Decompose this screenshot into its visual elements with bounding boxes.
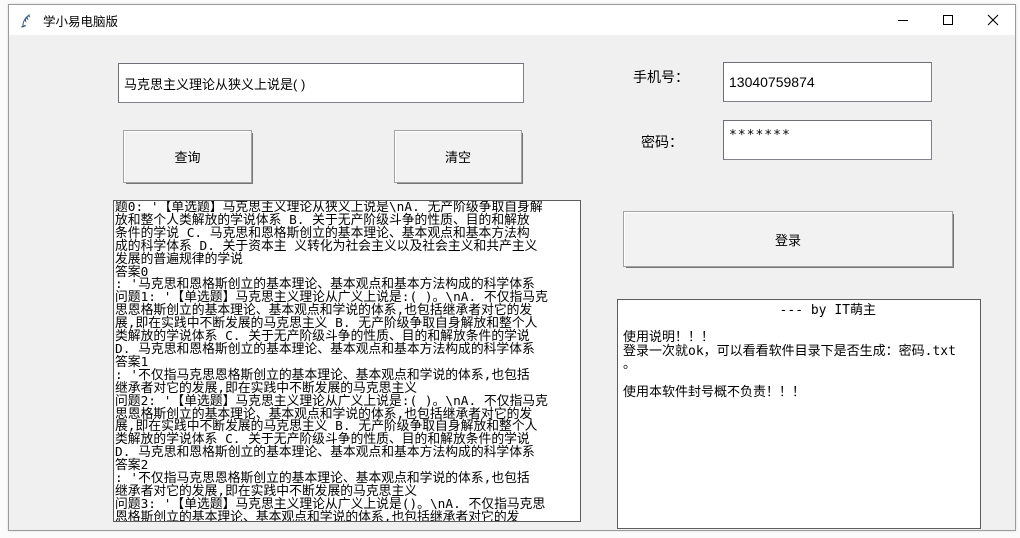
maximize-button[interactable] (925, 5, 970, 35)
usage-info-box: --- by IT萌主 使用说明！！！ 登录一次就ok，可以看看软件目录下是否生… (617, 299, 981, 529)
title-bar: 学小易电脑版 (9, 5, 1015, 35)
app-window: 学小易电脑版 马克思主义理论从狭义上说是( ) 查询 清空 (8, 4, 1016, 531)
phone-value: 13040759874 (729, 74, 815, 90)
question-search-value: 马克思主义理论从狭义上说是( ) (124, 74, 305, 93)
maximize-icon (942, 14, 954, 26)
window-title: 学小易电脑版 (43, 11, 118, 30)
password-input[interactable]: ******* (723, 120, 932, 160)
password-masked-value: ******* (729, 128, 791, 143)
tk-feather-icon (20, 12, 34, 29)
close-button[interactable] (970, 5, 1015, 35)
login-button-label: 登录 (775, 230, 801, 249)
client-area: 马克思主义理论从狭义上说是( ) 查询 清空 题0: '【单选题】马克思主义理论… (9, 36, 1015, 530)
query-button-label: 查询 (174, 147, 200, 166)
clear-button-label: 清空 (445, 147, 471, 166)
close-icon (987, 14, 999, 26)
question-search-input[interactable]: 马克思主义理论从狭义上说是( ) (118, 63, 524, 103)
login-button[interactable]: 登录 (623, 211, 953, 267)
phone-input[interactable]: 13040759874 (723, 62, 932, 102)
phone-label: 手机号： (633, 67, 689, 87)
minimize-button[interactable] (880, 5, 925, 35)
clear-button[interactable]: 清空 (394, 130, 522, 183)
password-label: 密码： (641, 132, 683, 152)
query-button[interactable]: 查询 (123, 130, 252, 183)
results-textarea[interactable]: 题0: '【单选题】马克思主义理论从狭义上说是\nA. 无产阶级争取自身解 放和… (113, 200, 581, 522)
minimize-icon (897, 14, 909, 26)
